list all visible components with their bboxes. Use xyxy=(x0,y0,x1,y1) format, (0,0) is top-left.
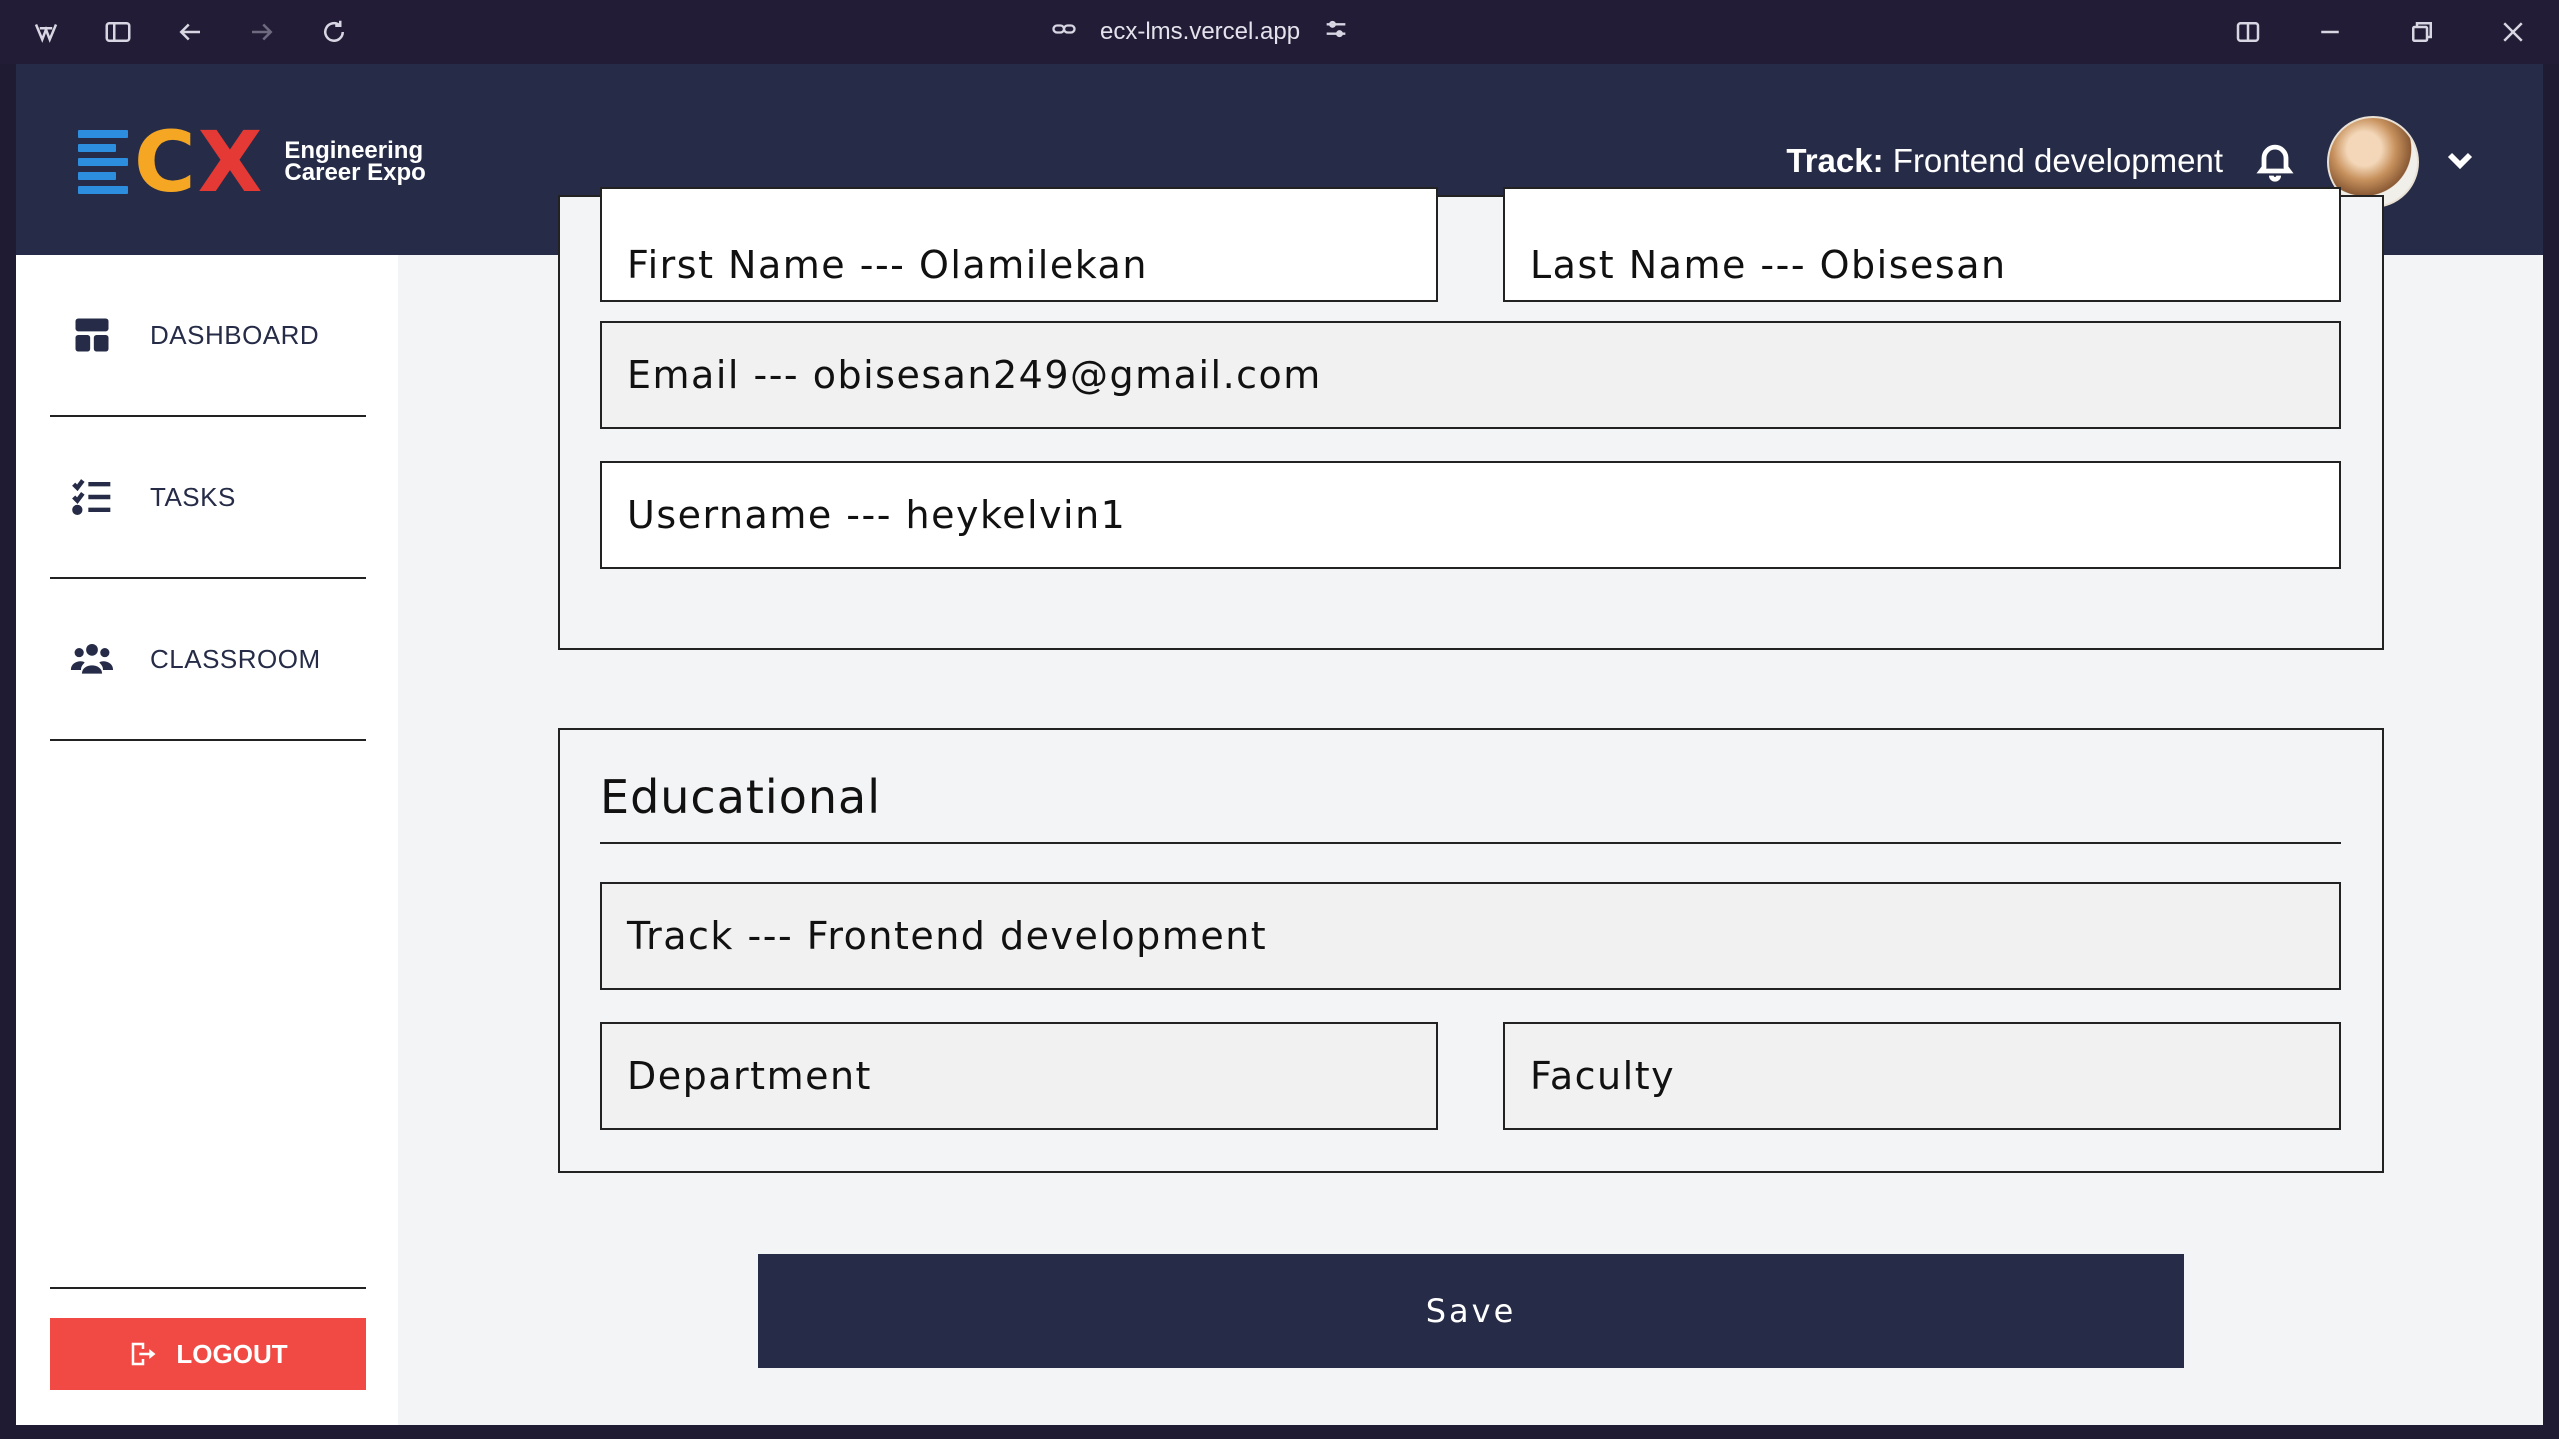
site-settings-icon[interactable] xyxy=(1322,15,1350,50)
bell-icon[interactable] xyxy=(2253,138,2297,182)
ecx-logo[interactable]: C X Engineering Career Expo xyxy=(78,120,426,204)
email-field[interactable]: Email --- obisesan249@gmail.com xyxy=(600,321,2341,429)
educational-title: Educational xyxy=(600,770,881,824)
sidebar-item-dashboard[interactable]: DASHBOARD xyxy=(50,255,366,417)
save-button[interactable]: Save xyxy=(758,1254,2184,1368)
sidebar: DASHBOARD TASKS CLASSROOM LOGOUT xyxy=(16,255,398,1425)
tasks-icon xyxy=(70,475,114,519)
browser-chrome: ecx-lms.vercel.app xyxy=(0,0,2559,64)
track-label: Track: xyxy=(1786,142,1884,179)
educational-card: Educational Track --- Frontend developme… xyxy=(558,728,2384,1173)
link-icon xyxy=(1050,15,1078,50)
chevron-down-icon[interactable] xyxy=(2440,140,2480,180)
last-name-field[interactable]: Last Name --- Obisesan xyxy=(1503,187,2341,302)
logo-x-mark: X xyxy=(197,113,263,211)
first-name-value: First Name --- Olamilekan xyxy=(627,242,1148,287)
email-value: Email --- obisesan249@gmail.com xyxy=(627,353,1322,397)
dashboard-icon xyxy=(70,313,114,357)
track-field[interactable]: Track --- Frontend development xyxy=(600,882,2341,990)
track-value: Frontend development xyxy=(1892,142,2223,179)
last-name-value: Last Name --- Obisesan xyxy=(1530,242,2007,287)
app-window: C X Engineering Career Expo Track: Front… xyxy=(16,64,2543,1425)
address-bar[interactable]: ecx-lms.vercel.app xyxy=(1050,14,1350,50)
logo-c-mark: C xyxy=(134,113,196,211)
department-field[interactable]: Department xyxy=(600,1022,1438,1130)
sidebar-item-label: DASHBOARD xyxy=(150,319,320,350)
section-divider xyxy=(600,842,2341,844)
browser-logo-icon[interactable] xyxy=(28,14,64,50)
sidebar-item-label: CLASSROOM xyxy=(150,643,321,674)
sidebar-item-classroom[interactable]: CLASSROOM xyxy=(50,579,366,741)
logo-e-mark xyxy=(78,130,128,194)
department-value: Department xyxy=(627,1054,872,1098)
faculty-field[interactable]: Faculty xyxy=(1503,1022,2341,1130)
username-field[interactable]: Username --- heykelvin1 xyxy=(600,461,2341,569)
username-value: Username --- heykelvin1 xyxy=(627,493,1127,537)
logout-icon xyxy=(132,1342,156,1366)
first-name-field[interactable]: First Name --- Olamilekan xyxy=(600,187,1438,302)
logo-text: Engineering Career Expo xyxy=(284,139,426,186)
split-view-icon[interactable] xyxy=(2230,14,2266,50)
back-icon[interactable] xyxy=(172,14,208,50)
url-text[interactable]: ecx-lms.vercel.app xyxy=(1100,18,1300,46)
close-icon[interactable] xyxy=(2495,14,2531,50)
forward-icon[interactable] xyxy=(244,14,280,50)
sidebar-item-label: TASKS xyxy=(150,481,236,512)
logo-line-2: Career Expo xyxy=(284,159,426,186)
reload-icon[interactable] xyxy=(316,14,352,50)
classroom-icon xyxy=(70,637,114,681)
restore-icon[interactable] xyxy=(2404,14,2440,50)
logout-label: LOGOUT xyxy=(176,1338,288,1369)
logout-button[interactable]: LOGOUT xyxy=(50,1318,366,1390)
sidebar-item-tasks[interactable]: TASKS xyxy=(50,417,366,579)
track-field-value: Track --- Frontend development xyxy=(627,914,1268,958)
faculty-value: Faculty xyxy=(1530,1054,1676,1098)
track-display: Track: Frontend development xyxy=(1786,140,2223,182)
main-content: First Name --- Olamilekan Last Name --- … xyxy=(398,187,2543,1425)
personal-info-card: First Name --- Olamilekan Last Name --- … xyxy=(558,187,2384,650)
sidebar-divider xyxy=(50,1287,366,1289)
sidebar-toggle-icon[interactable] xyxy=(100,14,136,50)
minimize-icon[interactable] xyxy=(2312,14,2348,50)
